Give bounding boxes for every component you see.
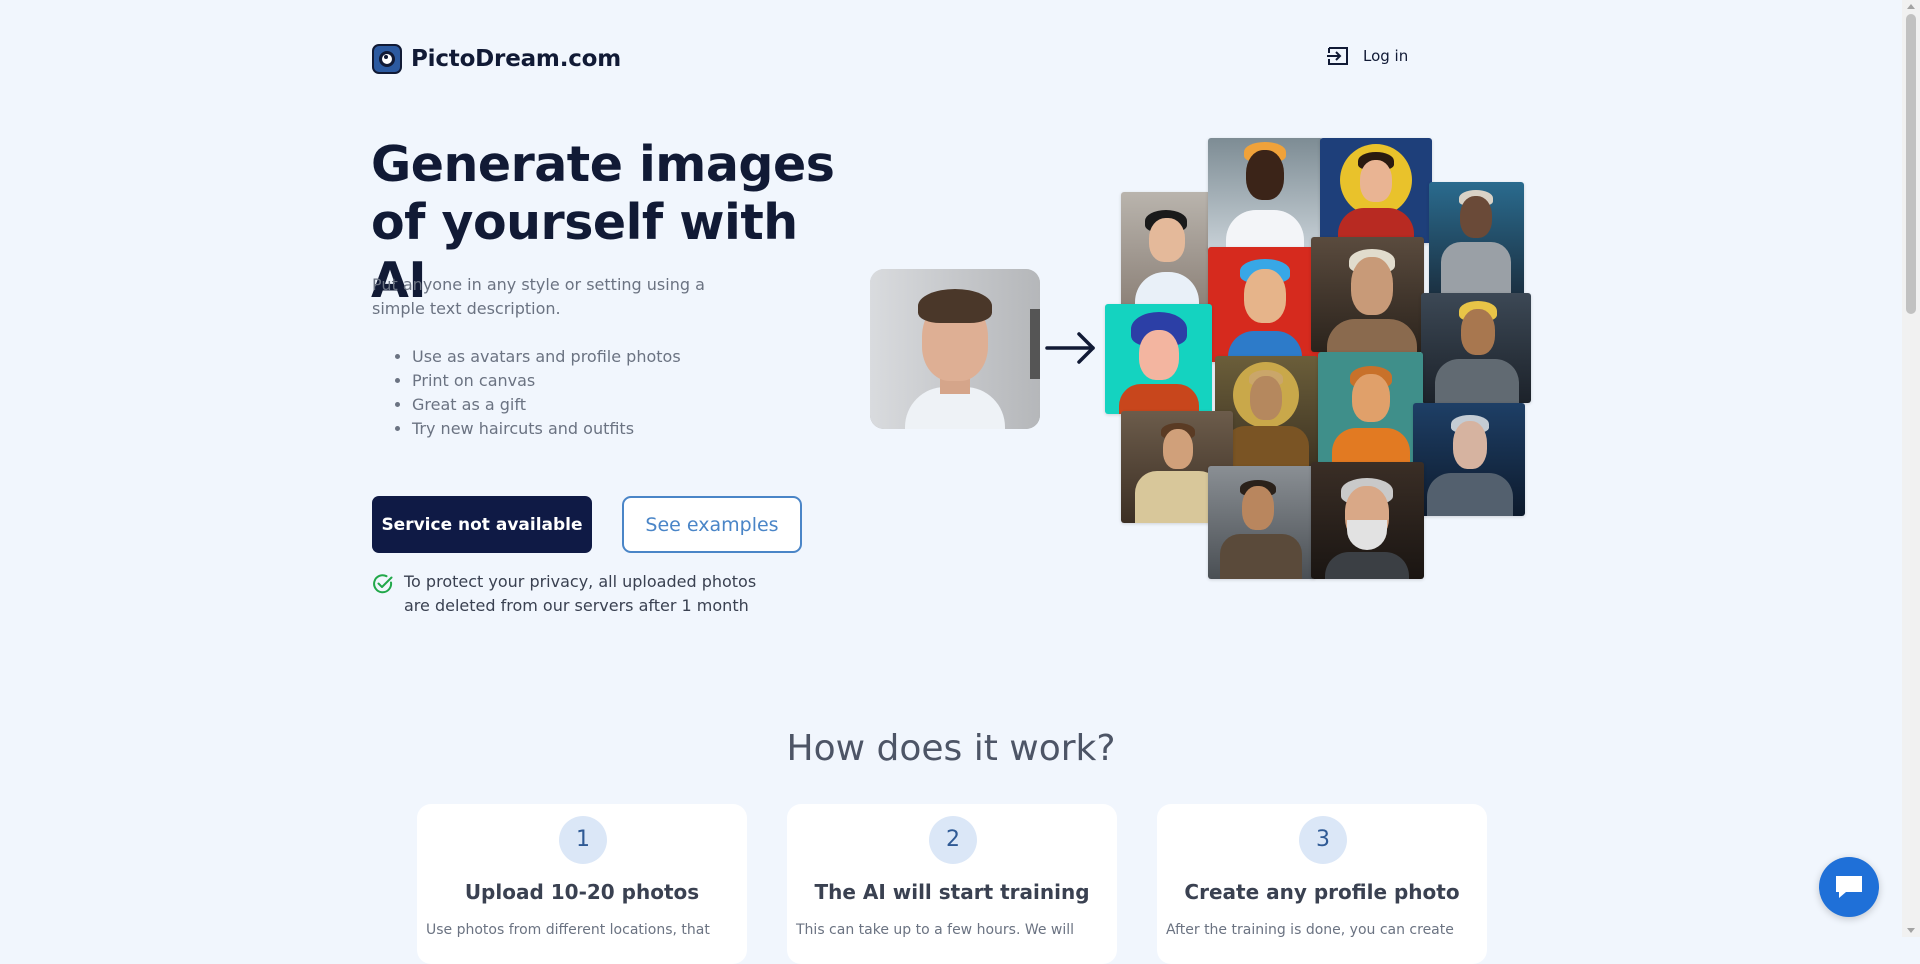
source-photo <box>870 269 1040 429</box>
step-title: Upload 10-20 photos <box>464 880 700 904</box>
portrait-tile <box>1421 293 1531 403</box>
feature-item: Print on canvas <box>412 369 681 393</box>
step-card: 3 Create any profile photo After the tra… <box>1157 804 1487 964</box>
step-card: 1 Upload 10-20 photos Use photos from di… <box>417 804 747 964</box>
portrait-tile <box>1121 192 1211 307</box>
step-description: After the training is done, you can crea… <box>1166 922 1454 938</box>
camera-lens-logo-icon <box>372 44 402 74</box>
portrait-tile <box>1311 462 1424 579</box>
step-number: 3 <box>1299 816 1347 864</box>
step-title: The AI will start training <box>814 880 1090 904</box>
portrait-tile <box>1413 403 1525 516</box>
chat-button[interactable] <box>1819 857 1879 917</box>
privacy-text: To protect your privacy, all uploaded ph… <box>404 572 757 615</box>
login-link[interactable]: Log in <box>1327 46 1408 66</box>
step-card: 2 The AI will start training This can ta… <box>787 804 1117 964</box>
portrait-tile <box>1311 237 1424 352</box>
scroll-up-arrow-icon[interactable] <box>1907 4 1915 9</box>
portrait-tile <box>1208 247 1323 362</box>
scrollbar-thumb[interactable] <box>1906 14 1916 314</box>
login-arrow-icon <box>1327 47 1348 65</box>
how-it-works-title: How does it work? <box>786 728 1116 769</box>
check-circle-icon <box>373 574 393 594</box>
service-not-available-button[interactable]: Service not available <box>372 496 592 553</box>
page-scrollbar[interactable] <box>1902 0 1920 937</box>
portrait-tile <box>1320 138 1432 243</box>
portrait-tile <box>1208 138 1323 252</box>
scroll-down-arrow-icon[interactable] <box>1907 928 1915 933</box>
brand-logo-link[interactable]: PictoDream.com <box>372 44 621 74</box>
right-arrow-icon <box>1045 332 1095 364</box>
portrait-tile <box>1429 182 1524 297</box>
portrait-tile <box>1105 304 1212 414</box>
privacy-note: To protect your privacy, all uploaded ph… <box>372 570 784 618</box>
chat-bubble-icon <box>1836 876 1862 898</box>
portrait-tile <box>1318 352 1423 467</box>
feature-item: Use as avatars and profile photos <box>412 345 681 369</box>
login-label: Log in <box>1363 47 1409 65</box>
step-number: 2 <box>929 816 977 864</box>
landing-page: PictoDream.com Log in Generate images of… <box>0 0 1902 964</box>
hero-title-line1: Generate images <box>371 136 835 193</box>
feature-list: Use as avatars and profile photos Print … <box>372 345 681 441</box>
see-examples-button[interactable]: See examples <box>622 496 802 553</box>
portrait-tile <box>1208 466 1315 579</box>
hero-subtitle: Put anyone in any style or setting using… <box>372 275 705 318</box>
step-description: Use photos from different locations, tha… <box>426 922 710 938</box>
feature-item: Try new haircuts and outfits <box>412 417 681 441</box>
step-description: This can take up to a few hours. We will <box>796 922 1075 938</box>
brand-name: PictoDream.com <box>411 46 622 72</box>
feature-item: Great as a gift <box>412 393 681 417</box>
step-title: Create any profile photo <box>1184 880 1460 904</box>
step-number: 1 <box>559 816 607 864</box>
